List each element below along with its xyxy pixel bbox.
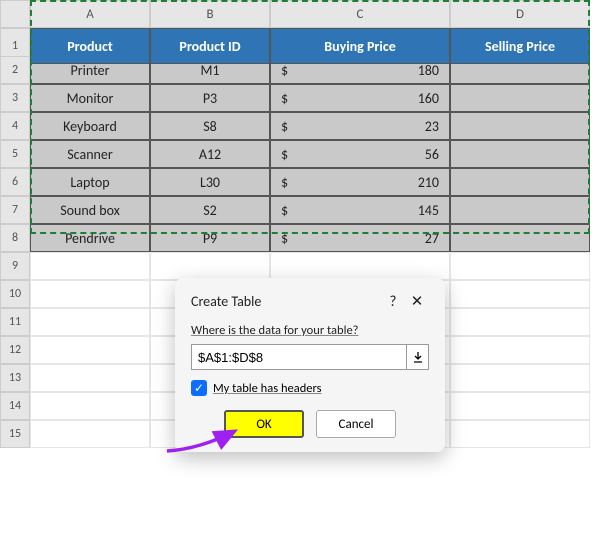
cell-id-7[interactable]: S2: [150, 196, 270, 224]
cell-price-8[interactable]: $27: [270, 224, 450, 252]
empty-cell[interactable]: [450, 280, 590, 308]
header-product[interactable]: Product: [30, 28, 150, 64]
ok-button[interactable]: OK: [224, 410, 304, 438]
cell-id-3[interactable]: P3: [150, 84, 270, 112]
cell-price-4[interactable]: $23: [270, 112, 450, 140]
range-input[interactable]: [192, 350, 406, 365]
empty-cell[interactable]: [30, 336, 150, 364]
collapse-range-icon[interactable]: [406, 345, 428, 369]
header-buying-price[interactable]: Buying Price: [270, 28, 450, 64]
cell-price-7[interactable]: $145: [270, 196, 450, 224]
close-icon[interactable]: ✕: [405, 292, 429, 311]
cell-product-7[interactable]: Sound box: [30, 196, 150, 224]
cell-id-5[interactable]: A12: [150, 140, 270, 168]
empty-cell[interactable]: [270, 252, 450, 280]
empty-cell[interactable]: [30, 280, 150, 308]
row-header-3[interactable]: 3: [0, 84, 30, 112]
cancel-button[interactable]: Cancel: [316, 410, 396, 438]
cell-price-6[interactable]: $210: [270, 168, 450, 196]
empty-cell[interactable]: [30, 308, 150, 336]
empty-cell[interactable]: [450, 308, 590, 336]
cell-id-6[interactable]: L30: [150, 168, 270, 196]
empty-cell[interactable]: [450, 252, 590, 280]
col-header-D[interactable]: D: [450, 0, 590, 28]
row-header-9[interactable]: 9: [0, 252, 30, 280]
row-header-8[interactable]: 8: [0, 224, 30, 252]
cell-product-8[interactable]: Pendrive: [30, 224, 150, 252]
row-header-13[interactable]: 13: [0, 364, 30, 392]
header-selling-price[interactable]: Selling Price: [450, 28, 590, 64]
cell-product-3[interactable]: Monitor: [30, 84, 150, 112]
empty-cell[interactable]: [450, 420, 590, 448]
cell-selling-8[interactable]: [450, 224, 590, 252]
row-header-2[interactable]: 2: [0, 56, 30, 84]
create-table-dialog: Create Table ? ✕ Where is the data for y…: [175, 278, 445, 452]
col-header-C[interactable]: C: [270, 0, 450, 28]
cell-selling-3[interactable]: [450, 84, 590, 112]
row-header-7[interactable]: 7: [0, 196, 30, 224]
help-icon[interactable]: ?: [381, 293, 405, 311]
range-field: [191, 344, 429, 370]
row-header-12[interactable]: 12: [0, 336, 30, 364]
col-header-B[interactable]: B: [150, 0, 270, 28]
header-product-id[interactable]: Product ID: [150, 28, 270, 64]
cell-selling-6[interactable]: [450, 168, 590, 196]
cell-id-4[interactable]: S8: [150, 112, 270, 140]
cell-id-8[interactable]: P9: [150, 224, 270, 252]
col-header-A[interactable]: A: [30, 0, 150, 28]
empty-cell[interactable]: [150, 252, 270, 280]
cell-price-5[interactable]: $56: [270, 140, 450, 168]
row-header-10[interactable]: 10: [0, 280, 30, 308]
cell-product-5[interactable]: Scanner: [30, 140, 150, 168]
empty-cell[interactable]: [450, 392, 590, 420]
cell-price-3[interactable]: $160: [270, 84, 450, 112]
empty-cell[interactable]: [30, 420, 150, 448]
cell-selling-7[interactable]: [450, 196, 590, 224]
cell-selling-4[interactable]: [450, 112, 590, 140]
empty-cell[interactable]: [450, 336, 590, 364]
cell-selling-5[interactable]: [450, 140, 590, 168]
row-header-5[interactable]: 5: [0, 140, 30, 168]
cell-product-6[interactable]: Laptop: [30, 168, 150, 196]
dialog-prompt: Where is the data for your table?: [191, 323, 429, 338]
row-header-4[interactable]: 4: [0, 112, 30, 140]
corner-cell: [0, 0, 30, 28]
row-header-14[interactable]: 14: [0, 392, 30, 420]
empty-cell[interactable]: [30, 364, 150, 392]
cell-product-4[interactable]: Keyboard: [30, 112, 150, 140]
headers-checkbox[interactable]: ✓: [191, 380, 207, 396]
headers-checkbox-label: My table has headers: [213, 381, 322, 396]
empty-cell[interactable]: [30, 252, 150, 280]
empty-cell[interactable]: [30, 392, 150, 420]
empty-cell[interactable]: [450, 364, 590, 392]
row-header-6[interactable]: 6: [0, 168, 30, 196]
dialog-title: Create Table: [191, 293, 381, 310]
row-header-11[interactable]: 11: [0, 308, 30, 336]
row-header-15[interactable]: 15: [0, 420, 30, 448]
